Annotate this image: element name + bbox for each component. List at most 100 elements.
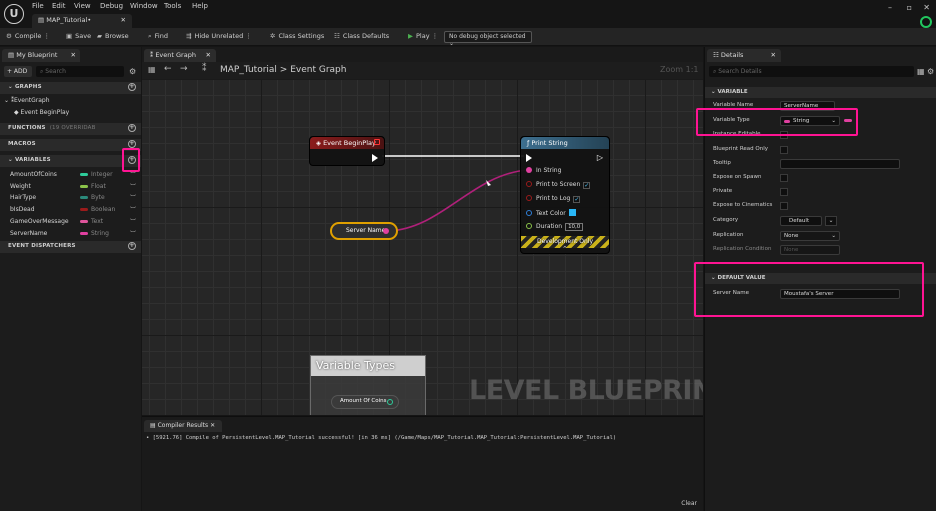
compiler-results-tab[interactable]: ▤ Compiler Results ✕ (144, 420, 222, 432)
class-defaults-button[interactable]: ☷ Class Defaults (334, 32, 389, 40)
close-icon[interactable]: ✕ (121, 16, 126, 24)
server-name-variable-node[interactable]: Server Name (330, 222, 398, 240)
hide-unrelated-button[interactable]: ⇶ Hide Unrelated ⋮ (186, 32, 252, 40)
string-output-pin[interactable] (383, 228, 389, 234)
variable-type-pill (80, 173, 88, 176)
category-dropdown-chevron-icon[interactable]: ⌄ (825, 216, 837, 226)
visibility-eye-icon[interactable]: ︶ (130, 217, 136, 226)
functions-section-header[interactable]: FUNCTIONS (19 OVERRIDAB + (0, 123, 141, 135)
source-control-status-icon[interactable] (920, 16, 932, 28)
blueprint-read-only-checkbox[interactable] (780, 146, 788, 154)
duration-pin[interactable]: Duration 10,0 (526, 223, 584, 231)
save-button[interactable]: ▣ Save (66, 32, 91, 40)
browse-button[interactable]: ▰ Browse (97, 32, 129, 40)
menu-edit[interactable]: Edit (52, 2, 66, 10)
variable-row[interactable]: HairType Byte ︶ (0, 192, 141, 204)
clear-button[interactable]: Clear (681, 500, 697, 507)
close-icon[interactable]: ✕ (210, 422, 215, 429)
text-color-pin[interactable]: Text Color (526, 209, 576, 217)
visibility-eye-icon[interactable]: ︶ (130, 193, 136, 202)
add-dispatcher-icon[interactable]: + (128, 242, 136, 250)
expose-on-spawn-checkbox[interactable] (780, 174, 788, 182)
variable-row[interactable]: ServerName String ︶ (0, 228, 141, 240)
exec-out-pin-hollow[interactable]: ▷ (597, 153, 603, 162)
visibility-eye-icon[interactable]: ︶ (130, 182, 136, 191)
category-input[interactable]: Default (780, 216, 822, 226)
play-button[interactable]: ▶ Play ⋮ (408, 32, 438, 40)
variable-row[interactable]: Weight Float ︶ (0, 181, 141, 193)
in-string-pin[interactable]: In String (526, 167, 561, 174)
close-icon[interactable]: ✕ (71, 51, 76, 59)
tree-item-event-beginplay[interactable]: ◆ Event BeginPlay (14, 109, 69, 116)
menu-debug[interactable]: Debug (100, 2, 123, 10)
macros-section-header[interactable]: MACROS + (0, 139, 141, 151)
variable-row[interactable]: AmountOfCoins Integer ︶ (0, 169, 141, 181)
my-blueprint-tab[interactable]: ▤ My Blueprint ✕ (2, 49, 80, 62)
exec-in-pin[interactable] (526, 154, 532, 164)
variable-row[interactable]: GameOverMessage Text ︶ (0, 216, 141, 228)
add-macro-icon[interactable]: + (128, 140, 136, 148)
blueprint-icon: ▤ (8, 51, 17, 59)
delegate-pin[interactable] (374, 139, 380, 145)
text-color-swatch[interactable] (568, 209, 576, 216)
back-arrow-icon[interactable]: ← (164, 64, 172, 74)
variable-category-header[interactable]: ⌄ VARIABLE (705, 87, 936, 98)
menu-tools[interactable]: Tools (164, 2, 181, 10)
minimize-button[interactable]: – (888, 3, 892, 12)
document-tab[interactable]: ▤ MAP_Tutorial• ✕ (32, 14, 132, 28)
print-to-log-checkbox[interactable]: ✓ (573, 196, 581, 203)
debug-object-dropdown[interactable]: No debug object selected ⌄ (444, 31, 532, 47)
in-string-label: In String (536, 167, 562, 174)
replication-dropdown[interactable]: None ⌄ (780, 231, 840, 241)
variables-section-header[interactable]: ⌄ VARIABLES + (0, 155, 141, 167)
menu-help[interactable]: Help (192, 2, 208, 10)
forward-arrow-icon[interactable]: → (180, 64, 188, 74)
class-settings-button[interactable]: ✲ Class Settings (270, 32, 324, 40)
close-icon[interactable]: ✕ (206, 51, 211, 59)
private-checkbox[interactable] (780, 188, 788, 196)
print-string-node[interactable]: ƒ Print String ▷ In String Print to Scre… (520, 136, 610, 254)
compile-button[interactable]: ⚙ Compile ⋮ (6, 32, 50, 40)
visibility-eye-icon[interactable]: ︶ (130, 170, 136, 179)
details-search-input[interactable]: ⌕ Search Details (709, 66, 914, 77)
print-to-screen-pin[interactable]: Print to Screen ✓ (526, 181, 591, 189)
find-button[interactable]: ⌕ Find (148, 32, 168, 41)
expose-to-cinematics-checkbox[interactable] (780, 202, 788, 210)
amount-of-coins-variable-node[interactable]: Amount Of Coins (331, 395, 399, 409)
graphs-section-header[interactable]: ⌄ GRAPHS + (0, 82, 141, 94)
menu-view[interactable]: View (74, 2, 91, 10)
menu-file[interactable]: File (32, 2, 44, 10)
add-function-icon[interactable]: + (128, 124, 136, 132)
tree-item-eventgraph[interactable]: ⌄ ⁑EventGraph (4, 97, 50, 104)
event-graph-canvas[interactable]: ◈ Event BeginPlay ƒ Print String ▷ In St… (142, 79, 703, 415)
print-to-log-pin[interactable]: Print to Log ✓ (526, 195, 581, 203)
my-blueprint-search-input[interactable]: ⌕ Search (36, 66, 124, 77)
menu-window[interactable]: Window (130, 2, 158, 10)
grid-icon[interactable]: ▦ (148, 65, 156, 74)
variable-row[interactable]: bIsDead Boolean ︶ (0, 204, 141, 216)
add-button[interactable]: + ADD (4, 66, 32, 77)
event-beginplay-node[interactable]: ◈ Event BeginPlay (309, 136, 385, 166)
print-to-screen-checkbox[interactable]: ✓ (583, 182, 591, 189)
close-window-button[interactable]: ✕ (923, 3, 930, 12)
property-matrix-icon[interactable]: ▦ (917, 67, 925, 76)
visibility-eye-icon[interactable]: ︶ (130, 229, 136, 238)
close-icon[interactable]: ✕ (771, 51, 776, 59)
settings-gear-icon[interactable]: ⚙ (927, 67, 934, 76)
duration-input[interactable]: 10,0 (565, 223, 584, 231)
integer-output-pin[interactable] (387, 399, 393, 405)
comment-title[interactable]: Variable Types (311, 356, 425, 376)
duration-label: Duration (536, 223, 563, 230)
settings-gear-icon[interactable]: ⚙ (129, 67, 136, 76)
add-graph-icon[interactable]: + (128, 83, 136, 91)
breadcrumb[interactable]: MAP_Tutorial > Event Graph (220, 65, 346, 75)
tab-event-graph[interactable]: ⁑ Event Graph ✕ (144, 49, 216, 62)
maximize-button[interactable]: ▫ (907, 3, 912, 12)
visibility-eye-icon[interactable]: ︶ (130, 205, 136, 214)
expand-chevron-icon[interactable]: ⌃ (562, 245, 568, 253)
exec-out-pin[interactable] (372, 154, 378, 164)
tooltip-input[interactable] (780, 159, 900, 169)
details-tab[interactable]: ☷ Details ✕ (707, 49, 781, 62)
event-dispatchers-section-header[interactable]: EVENT DISPATCHERS + (0, 241, 141, 253)
comment-box[interactable]: Variable Types Amount Of Coins (310, 355, 426, 415)
